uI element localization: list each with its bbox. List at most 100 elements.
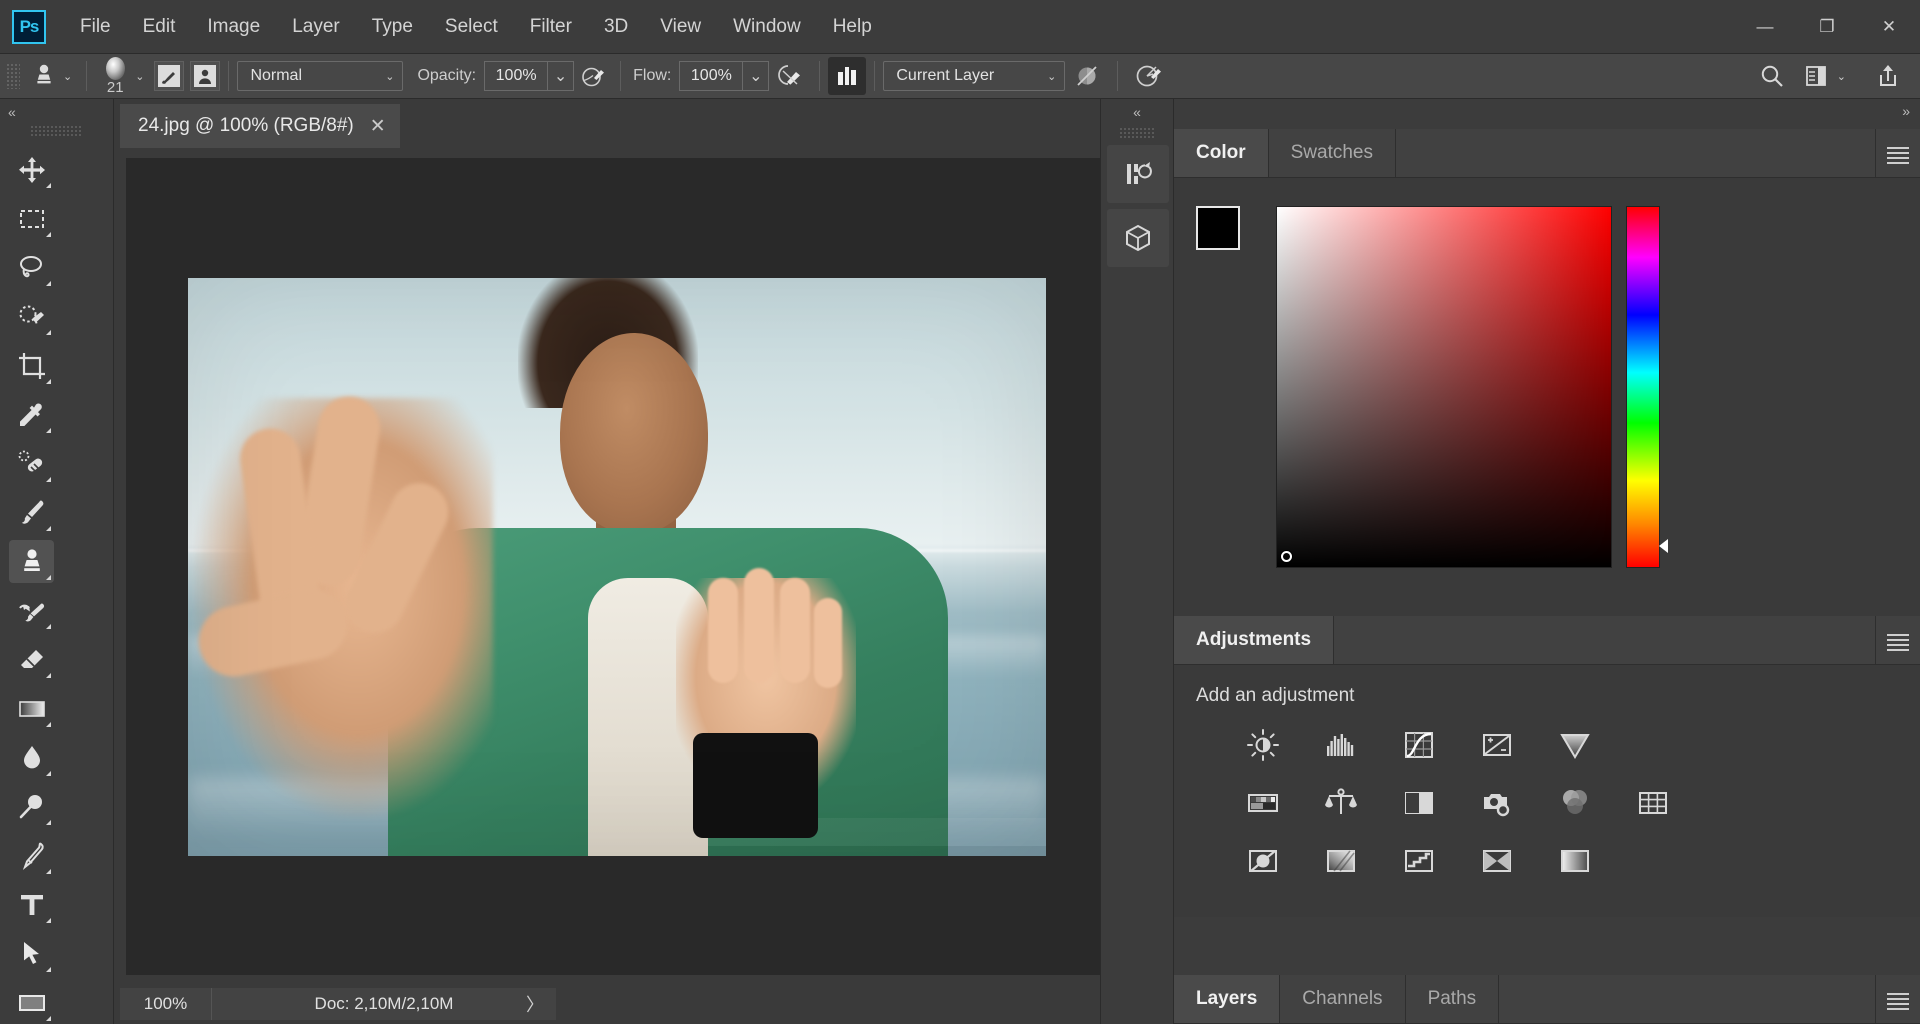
photoshop-logo-icon[interactable]: Ps: [12, 9, 46, 44]
menu-image[interactable]: Image: [191, 0, 276, 54]
3d-panel-button[interactable]: [1107, 209, 1169, 267]
brightness-contrast-adjustment[interactable]: [1224, 725, 1302, 765]
minimize-button[interactable]: —: [1734, 0, 1796, 54]
airbrush-button[interactable]: [769, 57, 811, 95]
healing-brush-tool[interactable]: [6, 439, 57, 488]
tab-swatches[interactable]: Swatches: [1269, 129, 1396, 177]
close-icon[interactable]: ✕: [370, 115, 386, 138]
color-panel-foreground-swatch[interactable]: [1196, 206, 1240, 250]
tab-layers[interactable]: Layers: [1174, 975, 1281, 1023]
color-picker-field[interactable]: [1276, 206, 1612, 568]
flow-input[interactable]: 100%: [679, 61, 744, 91]
hue-saturation-adjustment[interactable]: [1224, 783, 1302, 823]
menu-select[interactable]: Select: [429, 0, 514, 54]
clone-sample-select[interactable]: Current Layer ⌄: [883, 61, 1066, 91]
shape-tool[interactable]: [6, 978, 57, 1024]
brush-tool[interactable]: [6, 488, 57, 537]
color-panel-menu-button[interactable]: [1876, 129, 1920, 177]
toolbar-grip[interactable]: [30, 125, 83, 137]
menu-3d[interactable]: 3D: [588, 0, 644, 54]
tab-channels[interactable]: Channels: [1280, 975, 1406, 1023]
quick-selection-tool[interactable]: [6, 292, 57, 341]
toggle-brush-panel-button[interactable]: [154, 61, 185, 91]
menu-type[interactable]: Type: [356, 0, 429, 54]
clone-stamp-tool[interactable]: [6, 537, 57, 586]
black-white-adjustment[interactable]: [1380, 783, 1458, 823]
type-tool[interactable]: [6, 880, 57, 929]
tab-paths[interactable]: Paths: [1406, 975, 1500, 1023]
adjustments-panel-menu-button[interactable]: [1876, 616, 1920, 664]
menu-window[interactable]: Window: [717, 0, 817, 54]
curves-adjustment[interactable]: [1380, 725, 1458, 765]
vibrance-adjustment[interactable]: [1536, 725, 1614, 765]
toggle-clone-source-button[interactable]: [190, 61, 221, 91]
channel-mixer-adjustment[interactable]: [1536, 783, 1614, 823]
brush-preset-picker[interactable]: 21: [95, 56, 135, 96]
document-tab[interactable]: 24.jpg @ 100% (RGB/8#) ✕: [120, 104, 400, 148]
zoom-level-input[interactable]: 100%: [120, 987, 212, 1020]
gradient-map-adjustment[interactable]: [1458, 841, 1536, 881]
menu-view[interactable]: View: [644, 0, 717, 54]
ignore-adjustment-layers-button[interactable]: [1065, 57, 1109, 95]
threshold-adjustment[interactable]: [1380, 841, 1458, 881]
menu-layer[interactable]: Layer: [276, 0, 356, 54]
posterize-adjustment[interactable]: [1302, 841, 1380, 881]
dodge-tool[interactable]: [6, 782, 57, 831]
opacity-caret[interactable]: ⌄: [548, 61, 575, 91]
invert-adjustment[interactable]: [1224, 841, 1302, 881]
toolbar-collapse-button[interactable]: «: [0, 99, 113, 125]
levels-adjustment[interactable]: [1302, 725, 1380, 765]
path-selection-tool[interactable]: [6, 929, 57, 978]
brush-angle-button[interactable]: [1126, 57, 1170, 95]
opacity-label: Opacity:: [417, 67, 477, 84]
eraser-tool[interactable]: [6, 635, 57, 684]
tool-preset-picker[interactable]: ⌄: [25, 63, 78, 89]
lasso-tool[interactable]: [6, 243, 57, 292]
restore-button[interactable]: ❐: [1796, 0, 1858, 54]
history-brush-tool[interactable]: [6, 586, 57, 635]
close-button[interactable]: ✕: [1858, 0, 1920, 54]
workspace-button[interactable]: [1799, 56, 1833, 96]
pen-tool[interactable]: [6, 831, 57, 880]
options-bar-grip[interactable]: [6, 63, 20, 89]
eyedropper-tool[interactable]: [6, 390, 57, 439]
blend-mode-select[interactable]: Normal ⌄: [237, 61, 404, 91]
share-button[interactable]: [1866, 56, 1910, 96]
gradient-tool[interactable]: [6, 684, 57, 733]
color-lookup-adjustment[interactable]: [1614, 783, 1692, 823]
workspace-caret[interactable]: ⌄: [1837, 70, 1846, 83]
history-panel-button[interactable]: [1107, 145, 1169, 203]
tab-color[interactable]: Color: [1174, 129, 1269, 177]
rail-grip[interactable]: [1119, 127, 1155, 139]
crop-tool[interactable]: [6, 341, 57, 390]
tool-preset-caret: ⌄: [63, 70, 73, 83]
marquee-tool[interactable]: [6, 194, 57, 243]
blur-tool[interactable]: [6, 733, 57, 782]
brush-preset-caret[interactable]: ⌄: [135, 70, 144, 83]
opacity-pressure-button[interactable]: [574, 57, 612, 95]
hue-slider[interactable]: [1626, 206, 1668, 568]
panel-collapse-button[interactable]: »: [1902, 103, 1910, 119]
rail-collapse-button[interactable]: «: [1101, 99, 1173, 125]
opacity-input[interactable]: 100%: [484, 61, 549, 91]
photo-filter-adjustment[interactable]: [1458, 783, 1536, 823]
layers-panel-menu-button[interactable]: [1876, 975, 1920, 1023]
image-canvas[interactable]: [188, 277, 1046, 856]
search-button[interactable]: [1749, 56, 1795, 96]
selective-color-adjustment[interactable]: [1536, 841, 1614, 881]
menu-help[interactable]: Help: [817, 0, 888, 54]
menu-filter[interactable]: Filter: [514, 0, 588, 54]
tab-adjustments[interactable]: Adjustments: [1174, 616, 1335, 664]
canvas-frame[interactable]: [126, 158, 1108, 975]
hue-slider-handle[interactable]: [1659, 539, 1668, 553]
symmetry-button[interactable]: [828, 57, 867, 95]
menu-edit[interactable]: Edit: [127, 0, 192, 54]
move-tool[interactable]: [6, 145, 57, 194]
exposure-adjustment[interactable]: [1458, 725, 1536, 765]
flow-caret[interactable]: ⌄: [743, 61, 770, 91]
color-balance-adjustment[interactable]: [1302, 783, 1380, 823]
document-info[interactable]: Doc: 2,10M/2,10M 〉: [212, 987, 556, 1020]
color-picker-handle[interactable]: [1281, 551, 1292, 562]
chevron-right-icon[interactable]: 〉: [526, 991, 544, 1017]
menu-file[interactable]: File: [64, 0, 127, 54]
